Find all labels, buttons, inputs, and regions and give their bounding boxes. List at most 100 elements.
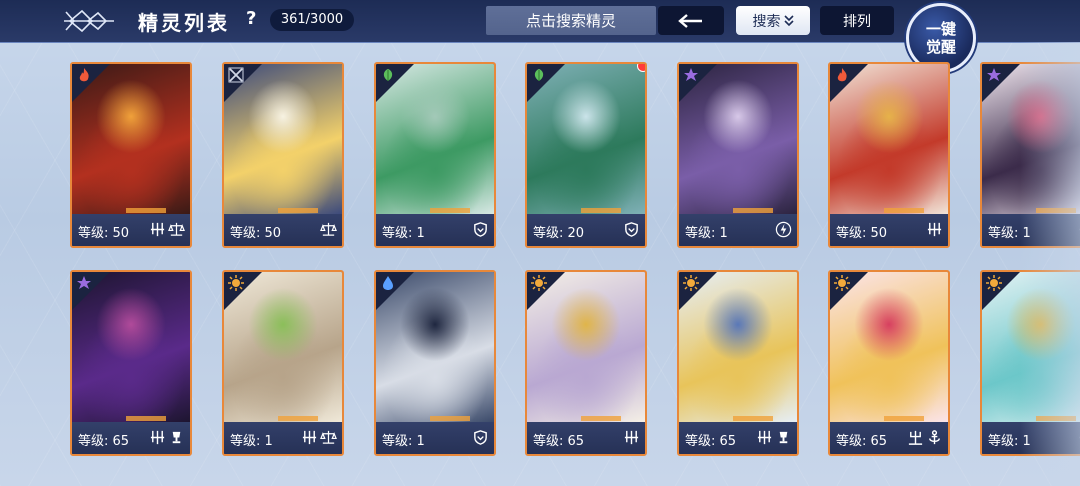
spirit-card[interactable]: 等级: 20 — [525, 62, 647, 248]
claw-icon — [150, 222, 165, 237]
skill-icons — [926, 221, 943, 238]
rarity-strip — [884, 208, 924, 213]
skill-icons — [472, 429, 489, 446]
chevron-double-down-icon — [783, 14, 794, 26]
spirit-card[interactable]: 等级: 65 — [828, 270, 950, 456]
spirit-card[interactable]: 等级: 1 — [374, 62, 496, 248]
claw-icon — [150, 430, 165, 445]
search-placeholder: 点击搜索精灵 — [525, 12, 616, 30]
level-label: 等级: 65 — [78, 434, 130, 449]
skill-icons — [907, 429, 943, 446]
rarity-strip — [126, 208, 166, 213]
skill-icons — [301, 429, 337, 446]
anchor-icon — [929, 430, 940, 445]
skill-icons — [775, 221, 792, 238]
spirit-card[interactable]: 等级: 1 — [374, 270, 496, 456]
lightning-icon — [775, 221, 792, 238]
spirit-card[interactable]: 等级: 1 — [222, 270, 344, 456]
light-icon — [683, 275, 699, 291]
help-button[interactable]: ? — [246, 8, 256, 29]
level-label: 等级: 50 — [836, 226, 888, 241]
water-icon — [383, 276, 393, 290]
spirit-card[interactable]: 等级: 50 — [222, 62, 344, 248]
level-label: 等级: 65 — [685, 434, 737, 449]
dark-icon — [77, 276, 91, 289]
trophy-icon — [172, 431, 181, 444]
spirit-card[interactable]: 等级: 1 — [677, 62, 799, 248]
card-footer: 等级: 50 — [72, 214, 190, 246]
spirit-card[interactable]: 等级: 65 — [70, 270, 192, 456]
spirit-card[interactable]: 等级: 1 — [980, 270, 1080, 456]
claw-icon — [927, 222, 942, 237]
awaken-label-line1: 一键 — [925, 20, 956, 38]
search-input[interactable]: 点击搜索精灵 — [486, 6, 656, 35]
level-label: 等级: 65 — [533, 434, 585, 449]
rarity-strip — [1036, 416, 1076, 421]
fire-icon — [837, 68, 847, 82]
card-footer: 等级: 65 — [830, 422, 948, 454]
page-title: 精灵列表 — [138, 11, 230, 35]
level-label: 等级: 1 — [988, 434, 1031, 449]
search-button-label: 搜索 — [752, 13, 781, 30]
card-footer: 等级: 65 — [679, 422, 797, 454]
spirit-card[interactable]: 等级: 50 — [70, 62, 192, 248]
skill-icons — [149, 429, 185, 446]
card-footer: 等级: 1 — [982, 422, 1080, 454]
skill-icons — [756, 429, 792, 446]
rarity-strip — [581, 416, 621, 421]
light-icon — [531, 275, 547, 291]
light-icon — [228, 275, 244, 291]
feather-emblem-icon — [64, 9, 114, 33]
scales-icon — [320, 430, 337, 444]
shield-icon — [474, 222, 487, 237]
arrow-left-icon — [678, 13, 702, 28]
rarity-strip — [126, 416, 166, 421]
sort-button[interactable]: 排列 — [820, 6, 894, 35]
rarity-strip — [278, 416, 318, 421]
rarity-strip — [1036, 208, 1076, 213]
shield-icon — [474, 430, 487, 445]
rarity-strip — [278, 208, 318, 213]
skill-icons — [472, 221, 489, 238]
spirit-card[interactable]: 等级: 50 — [828, 62, 950, 248]
skill-icons — [149, 221, 185, 238]
spirit-card[interactable]: 等级: 65 — [677, 270, 799, 456]
claw-icon — [302, 430, 317, 445]
card-footer: 等级: 1 — [376, 214, 494, 246]
awaken-label-line2: 觉醒 — [925, 38, 956, 56]
card-footer: 等级: 20 — [527, 214, 645, 246]
shield-icon — [625, 222, 638, 237]
back-button[interactable] — [658, 6, 724, 35]
notification-dot — [637, 64, 645, 72]
search-button[interactable]: 搜索 — [736, 6, 810, 35]
trophy-icon — [779, 431, 788, 444]
grass-icon — [534, 69, 544, 81]
card-footer: 等级: 1 — [679, 214, 797, 246]
rarity-strip — [733, 208, 773, 213]
card-footer: 等级: 1 — [982, 214, 1080, 246]
card-footer: 等级: 65 — [527, 422, 645, 454]
rarity-strip — [430, 416, 470, 421]
level-label: 等级: 50 — [78, 226, 130, 241]
fire-icon — [79, 68, 89, 82]
scales-icon — [320, 222, 337, 236]
card-footer: 等级: 65 — [72, 422, 190, 454]
light-icon — [986, 275, 1002, 291]
dark-icon — [684, 68, 698, 81]
level-label: 等级: 1 — [685, 226, 728, 241]
rarity-strip — [581, 208, 621, 213]
grass-icon — [383, 69, 393, 81]
fighter-icon — [228, 67, 244, 83]
level-label: 等级: 1 — [230, 434, 273, 449]
spirit-count: 361/3000 — [270, 9, 354, 31]
trident-icon — [908, 430, 923, 445]
card-footer: 等级: 50 — [830, 214, 948, 246]
spirit-card[interactable]: 等级: 65 — [525, 270, 647, 456]
level-label: 等级: 65 — [836, 434, 888, 449]
rarity-strip — [733, 416, 773, 421]
spirit-card[interactable]: 等级: 1 — [980, 62, 1080, 248]
level-label: 等级: 20 — [533, 226, 585, 241]
skill-icons — [623, 429, 640, 446]
level-label: 等级: 1 — [382, 226, 425, 241]
card-footer: 等级: 1 — [376, 422, 494, 454]
